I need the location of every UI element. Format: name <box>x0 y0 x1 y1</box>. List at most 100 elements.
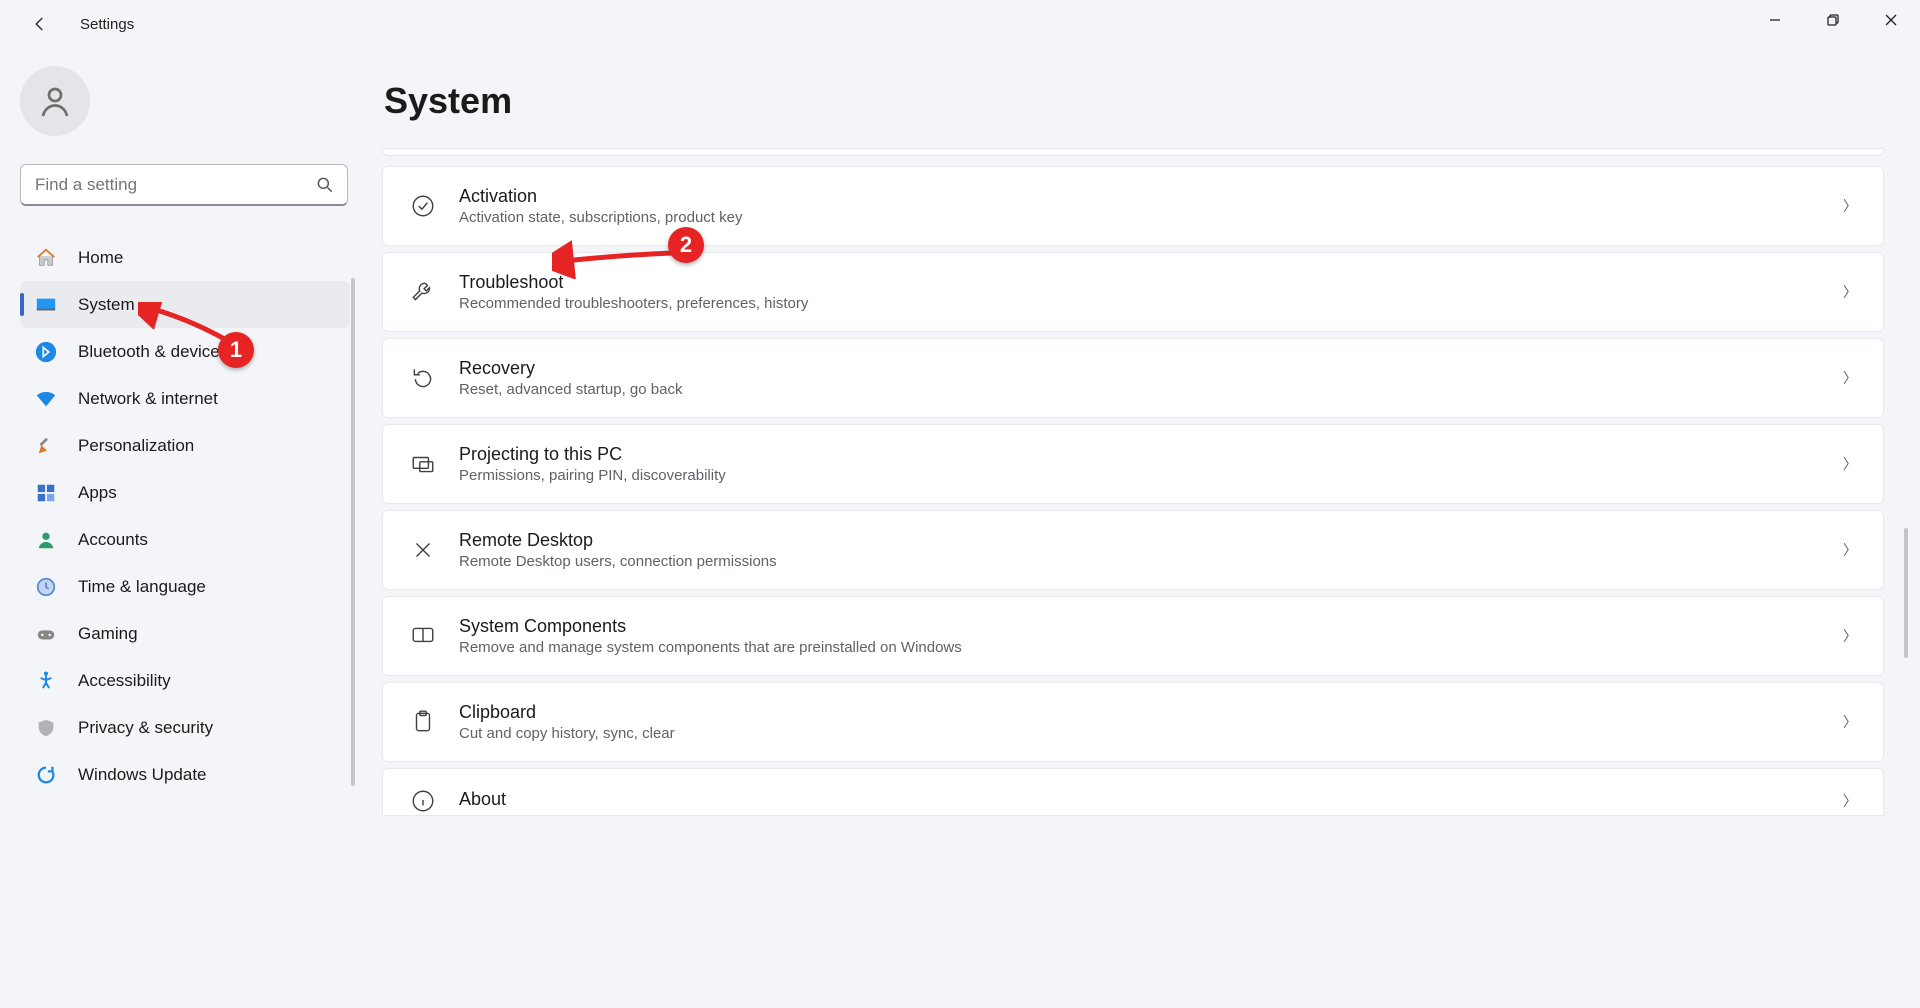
card-title: Remote Desktop <box>459 530 1843 552</box>
sidebar-item-accessibility[interactable]: Accessibility <box>20 657 350 704</box>
sidebar-item-label: Bluetooth & devices <box>78 342 228 362</box>
search-icon <box>315 175 335 195</box>
card-recovery[interactable]: Recovery Reset, advanced startup, go bac… <box>382 338 1884 418</box>
card-activation[interactable]: Activation Activation state, subscriptio… <box>382 166 1884 246</box>
chevron-right-icon: 〉 <box>1843 368 1857 388</box>
chevron-right-icon: 〉 <box>1843 540 1857 560</box>
card-text: Recovery Reset, advanced startup, go bac… <box>459 358 1843 399</box>
card-title: System Components <box>459 616 1843 638</box>
sidebar-item-accounts[interactable]: Accounts <box>20 516 350 563</box>
sidebar-item-gaming[interactable]: Gaming <box>20 610 350 657</box>
privacy-icon <box>34 716 58 740</box>
card-subtitle: Activation state, subscriptions, product… <box>459 209 1843 226</box>
network-icon <box>34 387 58 411</box>
settings-window: Settings Home System <box>0 0 1920 1008</box>
card-subtitle: Remove and manage system components that… <box>459 639 1843 656</box>
time-icon <box>34 575 58 599</box>
main-scrollbar[interactable] <box>1904 528 1908 658</box>
about-icon <box>409 787 437 815</box>
sidebar-item-label: Time & language <box>78 577 206 597</box>
sidebar-item-label: Accessibility <box>78 671 171 691</box>
sidebar-item-bluetooth[interactable]: Bluetooth & devices <box>20 328 350 375</box>
card-subtitle: Cut and copy history, sync, clear <box>459 725 1843 742</box>
sidebar-item-network[interactable]: Network & internet <box>20 375 350 422</box>
bluetooth-icon <box>34 340 58 364</box>
close-button[interactable] <box>1862 0 1920 40</box>
minimize-button[interactable] <box>1746 0 1804 40</box>
window-controls <box>1746 0 1920 40</box>
sidebar-item-home[interactable]: Home <box>20 234 350 281</box>
card-title: About <box>459 789 1843 811</box>
sidebar-item-label: Windows Update <box>78 765 207 785</box>
search-box[interactable] <box>20 164 348 206</box>
sidebar: Home System Bluetooth & devices Network … <box>0 48 370 1008</box>
card-text: Projecting to this PC Permissions, pairi… <box>459 444 1843 485</box>
card-system-components[interactable]: System Components Remove and manage syst… <box>382 596 1884 676</box>
chevron-right-icon: 〉 <box>1843 791 1857 811</box>
card-text: Remote Desktop Remote Desktop users, con… <box>459 530 1843 571</box>
app-title: Settings <box>80 16 134 33</box>
accounts-icon <box>34 528 58 552</box>
back-button[interactable] <box>20 4 60 44</box>
chevron-right-icon: 〉 <box>1843 282 1857 302</box>
search-input[interactable] <box>35 175 305 195</box>
recovery-icon <box>409 364 437 392</box>
troubleshoot-icon <box>409 278 437 306</box>
sidebar-nav: Home System Bluetooth & devices Network … <box>20 234 350 798</box>
sidebar-scrollbar[interactable] <box>351 278 355 786</box>
card-title: Recovery <box>459 358 1843 380</box>
card-text: About <box>459 789 1843 811</box>
page-title: System <box>384 80 1884 122</box>
sidebar-item-label: Accounts <box>78 530 148 550</box>
chevron-right-icon: 〉 <box>1843 454 1857 474</box>
title-bar: Settings <box>0 0 1920 48</box>
sidebar-item-time[interactable]: Time & language <box>20 563 350 610</box>
home-icon <box>34 246 58 270</box>
card-text: Activation Activation state, subscriptio… <box>459 186 1843 227</box>
card-projecting[interactable]: Projecting to this PC Permissions, pairi… <box>382 424 1884 504</box>
card-clipboard[interactable]: Clipboard Cut and copy history, sync, cl… <box>382 682 1884 762</box>
card-text: Clipboard Cut and copy history, sync, cl… <box>459 702 1843 743</box>
card-about[interactable]: About 〉 <box>382 768 1884 816</box>
gaming-icon <box>34 622 58 646</box>
card-subtitle: Recommended troubleshooters, preferences… <box>459 295 1843 312</box>
main-content: System Activation Activation state, subs… <box>370 48 1920 1008</box>
sidebar-item-apps[interactable]: Apps <box>20 469 350 516</box>
card-title: Activation <box>459 186 1843 208</box>
card-subtitle: Remote Desktop users, connection permiss… <box>459 553 1843 570</box>
apps-icon <box>34 481 58 505</box>
sidebar-item-label: Privacy & security <box>78 718 213 738</box>
projecting-icon <box>409 450 437 478</box>
sidebar-item-label: Gaming <box>78 624 138 644</box>
personalization-icon <box>34 434 58 458</box>
sidebar-item-label: Apps <box>78 483 117 503</box>
update-icon <box>34 763 58 787</box>
app-body: Home System Bluetooth & devices Network … <box>0 48 1920 1008</box>
card-text: System Components Remove and manage syst… <box>459 616 1843 657</box>
sidebar-item-label: Personalization <box>78 436 194 456</box>
settings-card-list: Activation Activation state, subscriptio… <box>382 148 1884 816</box>
card-remote-desktop[interactable]: Remote Desktop Remote Desktop users, con… <box>382 510 1884 590</box>
maximize-button[interactable] <box>1804 0 1862 40</box>
card-subtitle: Reset, advanced startup, go back <box>459 381 1843 398</box>
system-components-icon <box>409 622 437 650</box>
user-avatar[interactable] <box>20 66 90 136</box>
sidebar-item-privacy[interactable]: Privacy & security <box>20 704 350 751</box>
clipboard-icon <box>409 708 437 736</box>
sidebar-item-label: Network & internet <box>78 389 218 409</box>
card-title: Troubleshoot <box>459 272 1843 294</box>
card-text: Troubleshoot Recommended troubleshooters… <box>459 272 1843 313</box>
sidebar-item-system[interactable]: System <box>20 281 350 328</box>
card-subtitle: Permissions, pairing PIN, discoverabilit… <box>459 467 1843 484</box>
sidebar-item-personalization[interactable]: Personalization <box>20 422 350 469</box>
sidebar-item-label: Home <box>78 248 123 268</box>
activation-icon <box>409 192 437 220</box>
accessibility-icon <box>34 669 58 693</box>
sidebar-item-update[interactable]: Windows Update <box>20 751 350 798</box>
card-troubleshoot[interactable]: Troubleshoot Recommended troubleshooters… <box>382 252 1884 332</box>
card-title: Projecting to this PC <box>459 444 1843 466</box>
card-edge-prev <box>382 148 1884 156</box>
sidebar-item-label: System <box>78 295 135 315</box>
chevron-right-icon: 〉 <box>1843 626 1857 646</box>
card-title: Clipboard <box>459 702 1843 724</box>
